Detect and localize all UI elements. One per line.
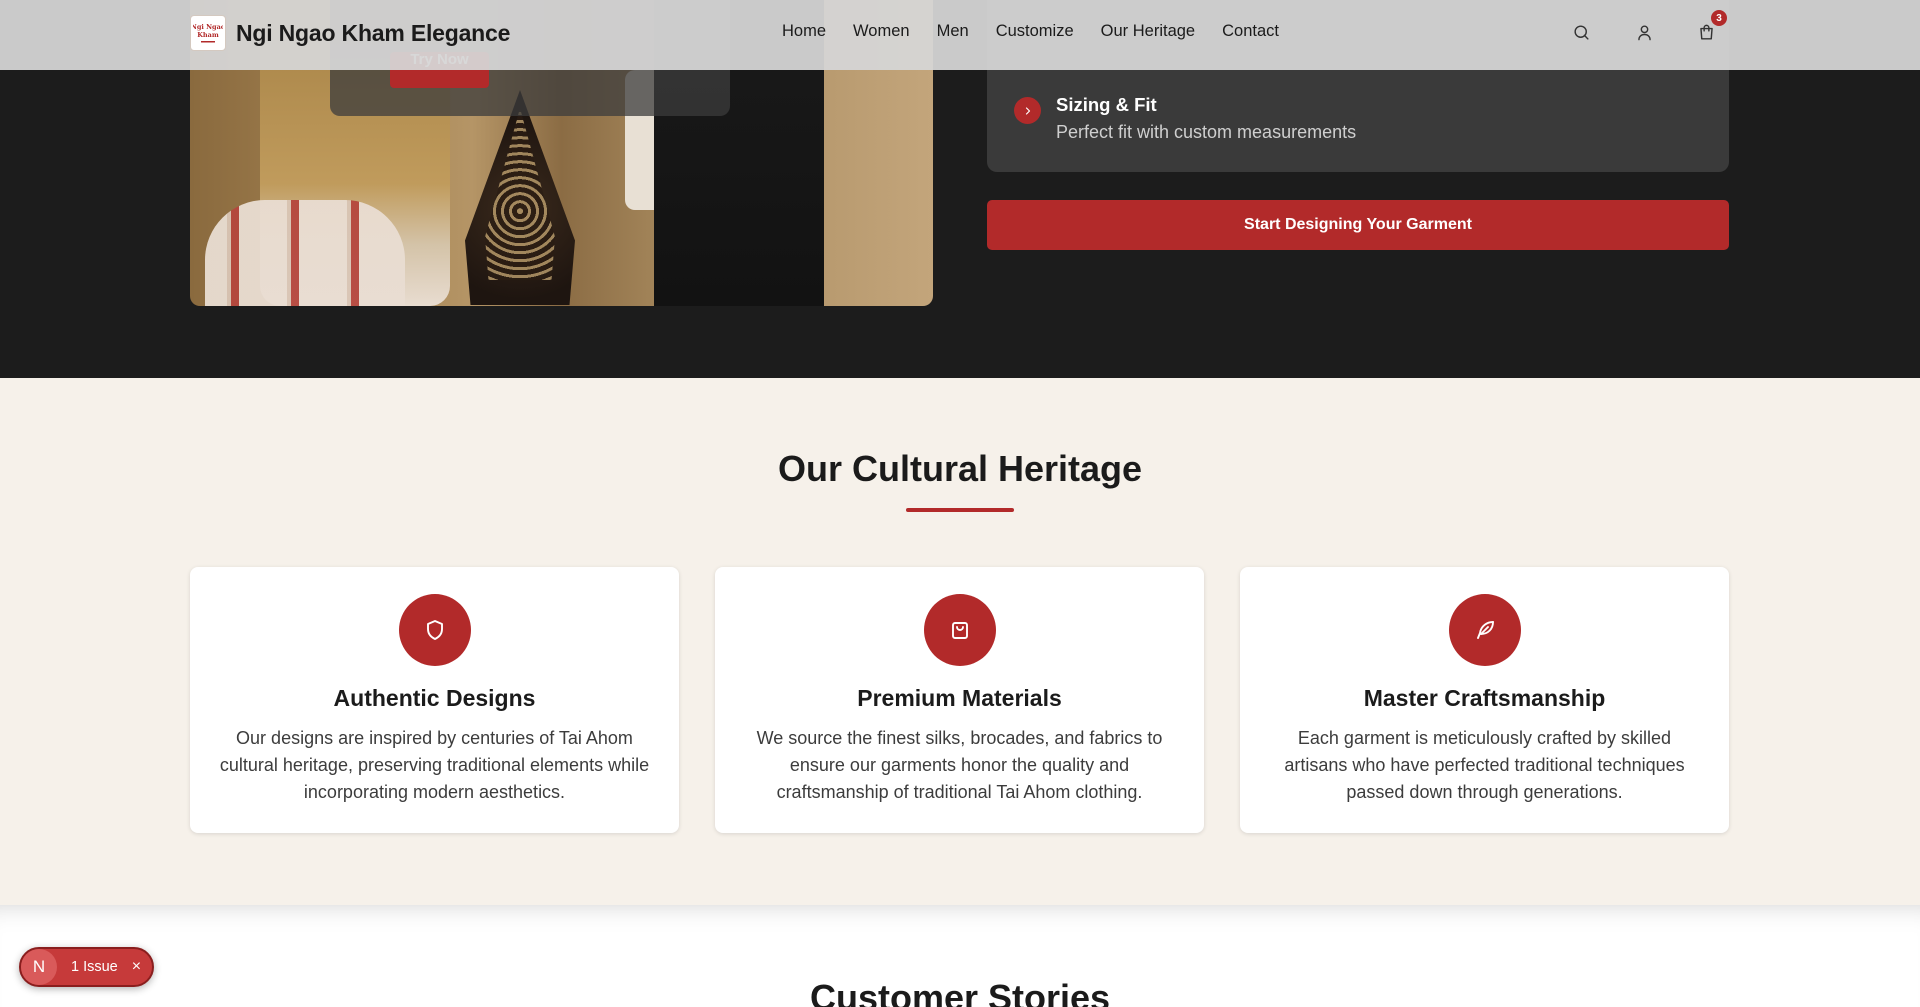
nav-home[interactable]: Home xyxy=(782,22,826,41)
feather-icon xyxy=(1477,621,1494,639)
start-designing-button[interactable]: Start Designing Your Garment xyxy=(987,200,1729,250)
cart-count-badge: 3 xyxy=(1711,10,1727,26)
account-button[interactable] xyxy=(1632,20,1656,44)
brand-logo-mark: Ngi Ngao Kham xyxy=(193,23,223,43)
heritage-title: Our Cultural Heritage xyxy=(777,448,1143,489)
chevron-right-icon xyxy=(1014,97,1041,124)
issue-count-label[interactable]: 1 Issue xyxy=(71,959,118,975)
card-icon-badge xyxy=(1449,594,1521,666)
card-title: Master Craftsmanship xyxy=(1363,685,1606,711)
card-description: Each garment is meticulously crafted by … xyxy=(1284,728,1685,802)
nav-men[interactable]: Men xyxy=(937,22,969,41)
card-description: We source the finest silks, brocades, an… xyxy=(756,728,1163,802)
heritage-card-premium-materials: Premium Materials We source the finest s… xyxy=(715,567,1204,833)
feature-sizing-fit[interactable]: Sizing & Fit Perfect fit with custom mea… xyxy=(1014,94,1356,143)
feature-title: Sizing & Fit xyxy=(1056,94,1157,115)
shopping-bag-icon xyxy=(1699,24,1713,40)
hero-brocade-cushion xyxy=(465,90,575,305)
svg-text:Kham: Kham xyxy=(197,31,219,39)
issues-indicator[interactable]: N 1 Issue × xyxy=(19,947,154,987)
search-button[interactable] xyxy=(1569,20,1593,44)
shield-icon xyxy=(427,620,443,640)
shopping-bag-icon xyxy=(952,622,968,639)
brand-logo: Ngi Ngao Kham xyxy=(190,15,226,51)
search-icon xyxy=(1573,24,1589,40)
nav-our-heritage[interactable]: Our Heritage xyxy=(1101,22,1195,41)
card-icon-badge xyxy=(924,594,996,666)
card-description: Our designs are inspired by centuries of… xyxy=(219,728,650,802)
card-title: Premium Materials xyxy=(857,685,1062,711)
dev-tools-logo[interactable]: N xyxy=(21,949,57,985)
nav-contact[interactable]: Contact xyxy=(1222,22,1279,41)
heritage-card-authentic-designs: Authentic Designs Our designs are inspir… xyxy=(190,567,679,833)
close-icon[interactable]: × xyxy=(132,958,141,976)
heritage-card-master-craftsmanship: Master Craftsmanship Each garment is met… xyxy=(1240,567,1729,833)
title-underline xyxy=(906,508,1014,512)
card-title: Authentic Designs xyxy=(333,685,536,711)
feature-description: Perfect fit with custom measurements xyxy=(1056,122,1357,142)
hero-embroidered-skirt xyxy=(205,200,405,306)
svg-text:Ngi Ngao: Ngi Ngao xyxy=(193,23,223,31)
brand-link[interactable]: Ngi Ngao Kham Ngi Ngao Kham Elegance xyxy=(190,15,510,51)
cart-button[interactable]: 3 xyxy=(1694,10,1727,44)
site-header: Ngi Ngao Kham Ngi Ngao Kham Elegance Hom… xyxy=(0,0,1920,70)
user-icon xyxy=(1637,24,1651,40)
nav-customize[interactable]: Customize xyxy=(996,22,1074,41)
stories-title: Customer Stories xyxy=(809,977,1111,1007)
customer-stories-section: Customer Stories xyxy=(0,905,1920,1007)
main-nav: Home Women Men Customize Our Heritage Co… xyxy=(782,22,1279,41)
nav-women[interactable]: Women xyxy=(853,22,910,41)
heritage-section: Our Cultural Heritage Authentic Designs … xyxy=(0,378,1920,905)
card-icon-badge xyxy=(399,594,471,666)
brand-name: Ngi Ngao Kham Elegance xyxy=(236,19,511,46)
